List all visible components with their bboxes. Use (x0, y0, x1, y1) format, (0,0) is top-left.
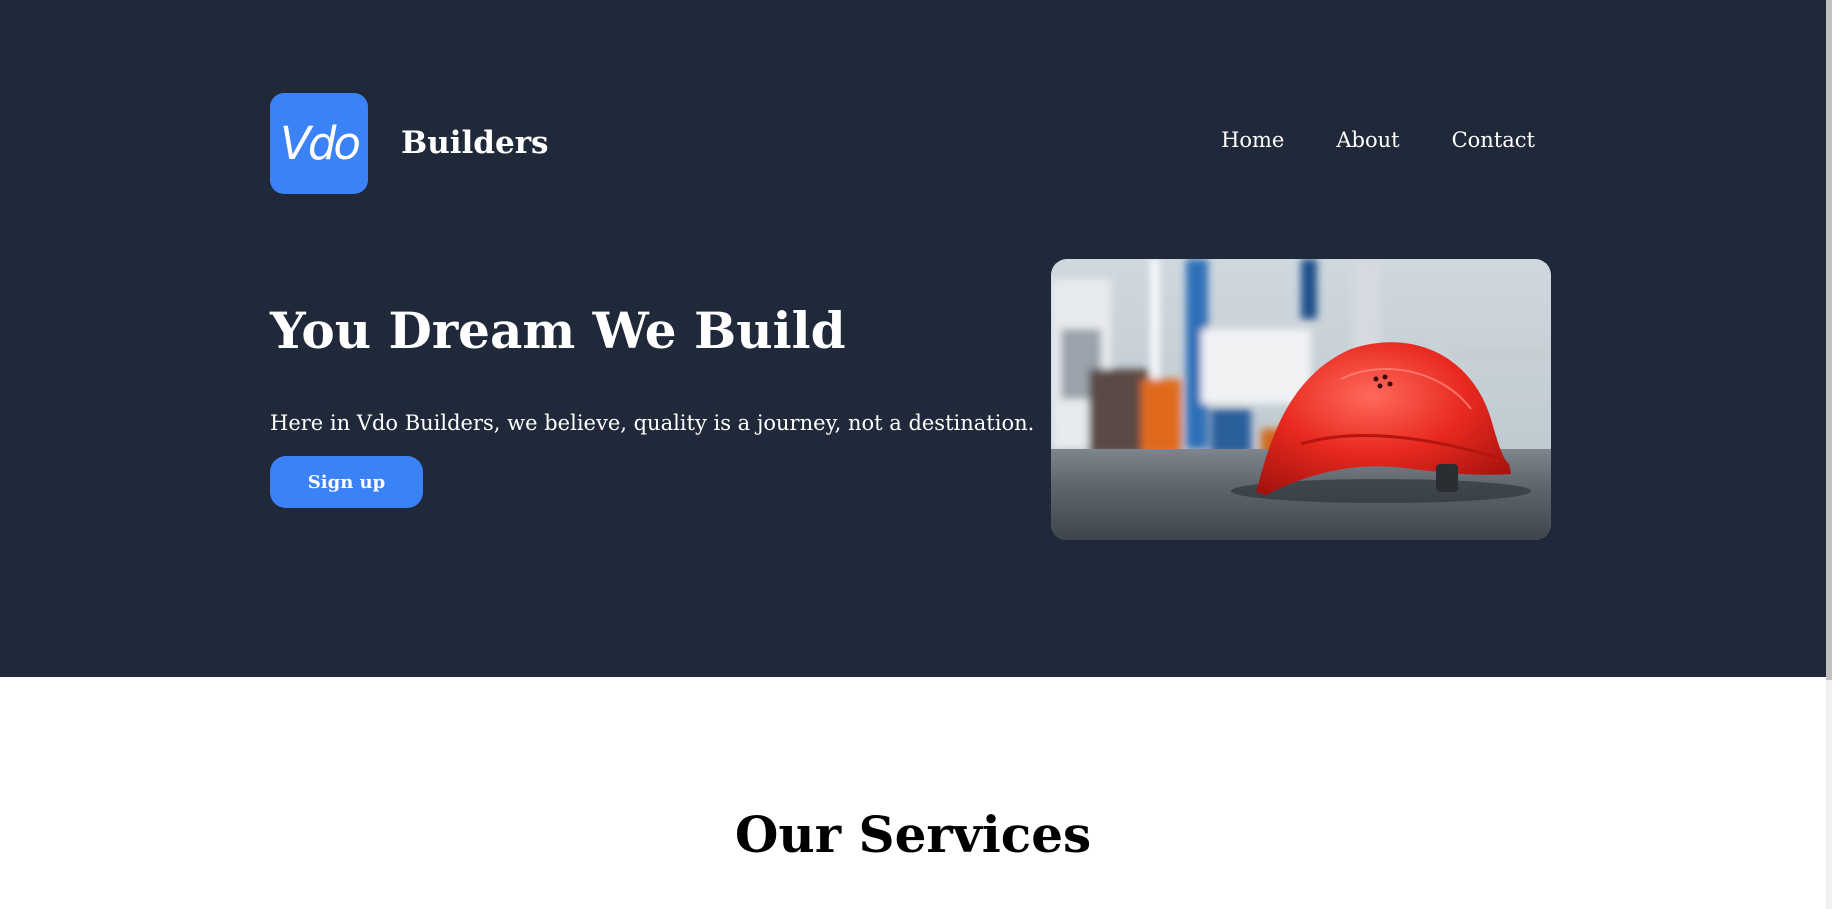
logo[interactable]: Vdo (270, 93, 368, 194)
hero-title: You Dream We Build (270, 301, 846, 360)
scrollbar[interactable] (1826, 0, 1832, 909)
hero-section: Vdo Builders Home About Contact You Drea… (0, 0, 1826, 677)
hero-image (1051, 259, 1551, 540)
hard-hat-image (1051, 259, 1551, 540)
services-title: Our Services (734, 805, 1092, 864)
scrollbar-thumb[interactable] (1826, 0, 1832, 680)
nav-link-home[interactable]: Home (1221, 130, 1284, 151)
nav-link-contact[interactable]: Contact (1452, 130, 1535, 151)
sign-up-button[interactable]: Sign up (270, 456, 423, 508)
hero-subtitle: Here in Vdo Builders, we believe, qualit… (270, 411, 1035, 435)
logo-text: Vdo (280, 117, 361, 170)
main-nav: Home About Contact (1221, 130, 1535, 151)
nav-link-about[interactable]: About (1336, 130, 1399, 151)
brand-name: Builders (401, 125, 549, 161)
